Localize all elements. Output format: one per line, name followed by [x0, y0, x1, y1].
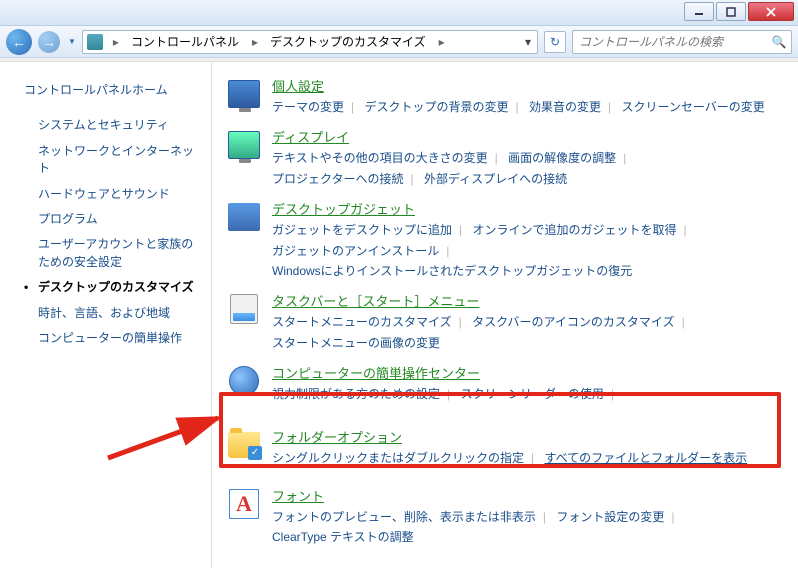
breadcrumb[interactable]: ▸ コントロールパネル ▸ デスクトップのカスタマイズ ▸ ▾ — [82, 30, 538, 54]
category-folder-options[interactable]: フォルダーオプション — [272, 427, 402, 448]
link-gadget-online[interactable]: オンラインで追加のガジェットを取得 — [472, 223, 676, 237]
link-show-all-files[interactable]: すべてのファイルとフォルダーを表示 — [544, 451, 747, 465]
category-fonts[interactable]: フォント — [272, 486, 324, 507]
display-icon — [226, 127, 262, 163]
link-click-mode[interactable]: シングルクリックまたはダブルクリックの指定 — [272, 451, 524, 465]
breadcrumb-seg-1[interactable]: コントロールパネル — [125, 31, 246, 53]
nav-forward-button[interactable]: → — [38, 31, 60, 53]
refresh-icon: ↻ — [550, 35, 560, 49]
link-cleartype[interactable]: ClearType テキストの調整 — [272, 530, 414, 544]
link-gadget-add[interactable]: ガジェットをデスクトップに追加 — [272, 223, 452, 237]
link-screen-reader[interactable]: スクリーンリーダーの使用 — [460, 387, 603, 401]
chevron-right-icon[interactable]: ▸ — [107, 35, 125, 49]
link-gadget-restore[interactable]: Windowsによりインストールされたデスクトップガジェットの復元 — [272, 264, 632, 278]
chevron-right-icon[interactable]: ▸ — [433, 35, 451, 49]
link-theme-change[interactable]: テーマの変更 — [272, 100, 344, 114]
category-gadgets[interactable]: デスクトップガジェット — [272, 199, 415, 220]
link-textsize[interactable]: テキストやその他の項目の大きさの変更 — [272, 151, 488, 165]
nav-back-button[interactable]: ← — [6, 29, 32, 55]
link-gadget-uninstall[interactable]: ガジェットのアンインストール — [272, 244, 439, 258]
link-projector[interactable]: プロジェクターへの接続 — [272, 172, 404, 186]
breadcrumb-seg-2[interactable]: デスクトップのカスタマイズ — [264, 31, 433, 53]
category-personalization[interactable]: 個人設定 — [272, 76, 324, 97]
link-screensaver-change[interactable]: スクリーンセーバーの変更 — [621, 100, 764, 114]
close-button[interactable] — [748, 2, 794, 21]
category-taskbar[interactable]: タスクバーと［スタート］メニュー — [272, 291, 479, 312]
link-external-display[interactable]: 外部ディスプレイへの接続 — [424, 172, 567, 186]
sidebar-item-hardware[interactable]: ハードウェアとサウンド — [24, 182, 199, 207]
search-icon[interactable]: 🔍 — [767, 35, 791, 49]
window-titlebar — [0, 0, 798, 26]
link-resolution[interactable]: 画面の解像度の調整 — [508, 151, 616, 165]
control-panel-icon — [87, 34, 103, 50]
sidebar-item-desktop-customize[interactable]: デスクトップのカスタマイズ — [24, 275, 199, 300]
sidebar-item-ease[interactable]: コンピューターの簡単操作 — [24, 326, 199, 351]
refresh-button[interactable]: ↻ — [544, 31, 566, 53]
nav-history-dropdown[interactable]: ▼ — [68, 37, 76, 46]
link-taskbar-icons[interactable]: タスクバーのアイコンのカスタマイズ — [472, 315, 674, 329]
arrow-right-icon: → — [42, 34, 56, 50]
sidebar-item-network[interactable]: ネットワークとインターネット — [24, 139, 199, 182]
link-low-vision[interactable]: 視力制限がある方のための設定 — [272, 387, 440, 401]
sidebar-item-clock[interactable]: 時計、言語、および地域 — [24, 301, 199, 326]
breadcrumb-dropdown[interactable]: ▾ — [519, 35, 537, 49]
sidebar-item-system[interactable]: システムとセキュリティ — [24, 113, 199, 138]
minimize-button[interactable] — [684, 2, 714, 21]
content-pane: 個人設定 テーマの変更| デスクトップの背景の変更| 効果音の変更| スクリーン… — [212, 62, 798, 568]
maximize-button[interactable] — [716, 2, 746, 21]
link-startmenu-customize[interactable]: スタートメニューのカスタマイズ — [272, 315, 452, 329]
link-font-preview[interactable]: フォントのプレビュー、削除、表示または非表示 — [272, 510, 536, 524]
arrow-left-icon: ← — [12, 34, 26, 50]
link-startmenu-image[interactable]: スタートメニューの画像の変更 — [272, 336, 440, 350]
sidebar-item-users[interactable]: ユーザーアカウントと家族のための安全設定 — [24, 232, 199, 275]
link-bg-change[interactable]: デスクトップの背景の変更 — [364, 100, 508, 114]
ease-of-access-icon — [226, 363, 262, 399]
font-icon: A — [226, 486, 262, 522]
sidebar-home[interactable]: コントロールパネルホーム — [24, 78, 199, 103]
taskbar-icon — [226, 291, 262, 327]
link-sound-change[interactable]: 効果音の変更 — [529, 100, 601, 114]
folder-options-icon — [226, 427, 262, 463]
search-box[interactable]: 🔍 — [572, 30, 792, 54]
link-font-settings[interactable]: フォント設定の変更 — [556, 510, 664, 524]
sidebar: コントロールパネルホーム システムとセキュリティ ネットワークとインターネット … — [0, 62, 212, 568]
sidebar-item-programs[interactable]: プログラム — [24, 207, 199, 232]
category-ease[interactable]: コンピューターの簡単操作センター — [272, 363, 480, 384]
chevron-right-icon[interactable]: ▸ — [246, 35, 264, 49]
personalization-icon — [226, 76, 262, 112]
category-display[interactable]: ディスプレイ — [272, 127, 349, 148]
gadget-icon — [226, 199, 262, 235]
address-bar-row: ← → ▼ ▸ コントロールパネル ▸ デスクトップのカスタマイズ ▸ ▾ ↻ … — [0, 26, 798, 58]
search-input[interactable] — [573, 35, 767, 49]
